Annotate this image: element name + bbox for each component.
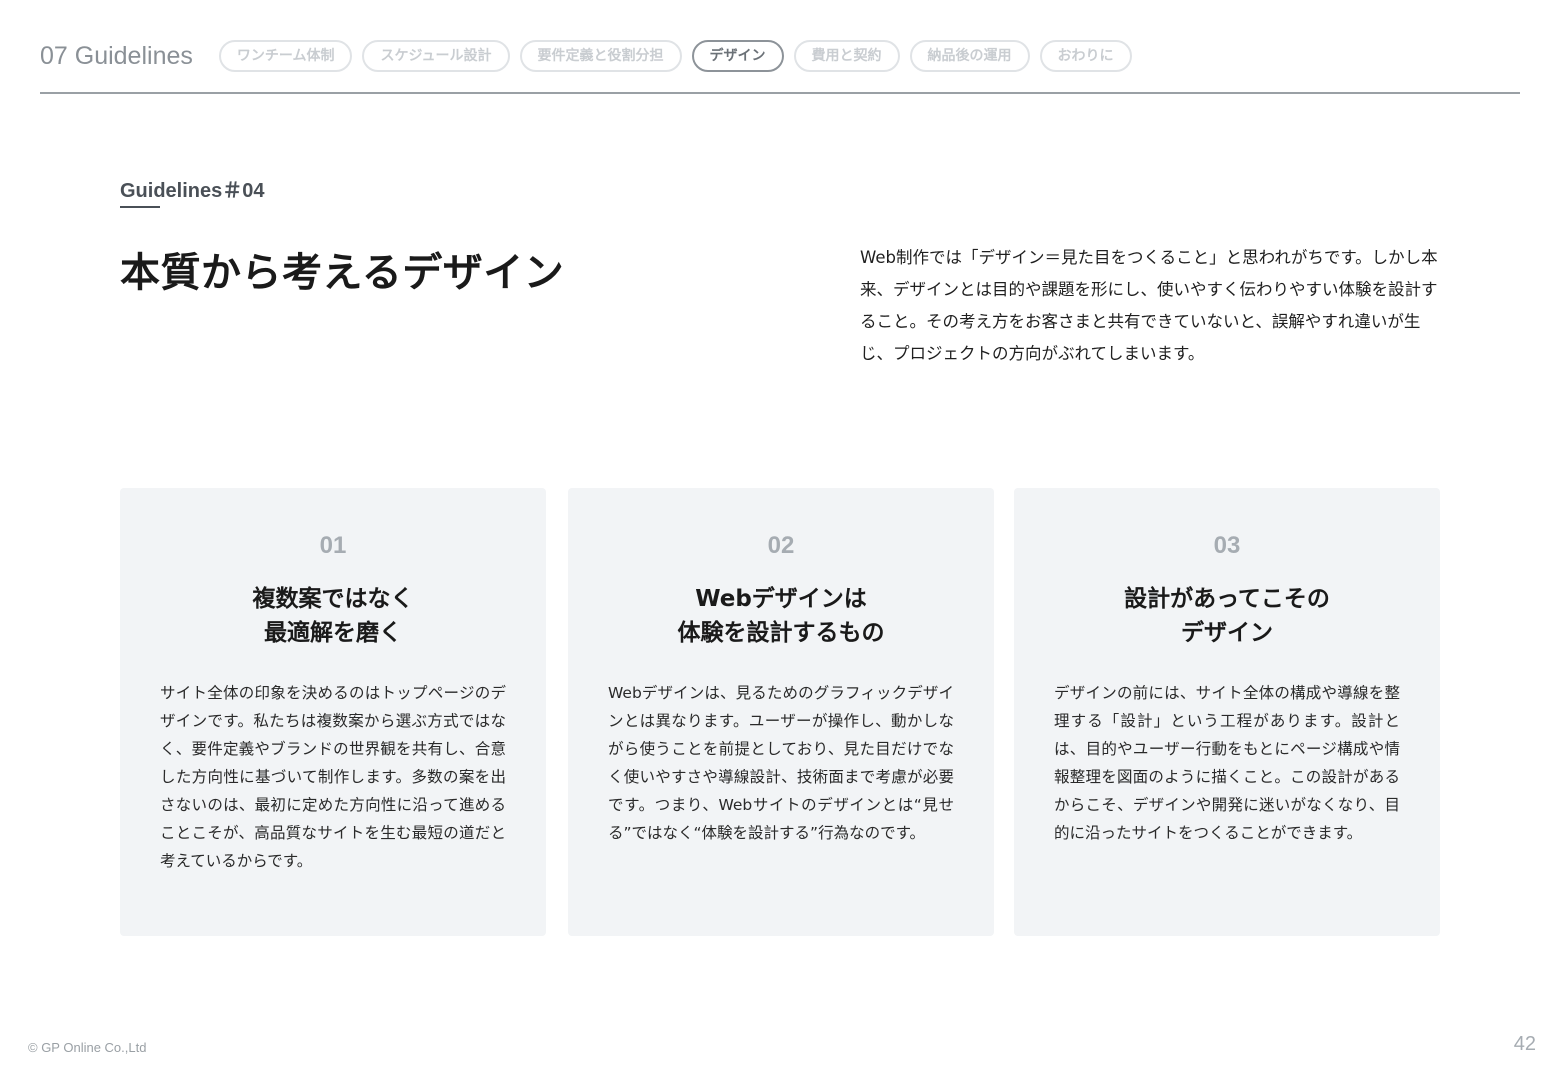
card-heading: 複数案ではなく 最適解を磨く bbox=[120, 582, 546, 650]
tab-design[interactable]: デザイン bbox=[691, 40, 784, 72]
card-heading: 設計があってこその デザイン bbox=[1014, 582, 1440, 650]
guideline-label: Guidelines＃04 bbox=[120, 180, 265, 202]
card-heading-line: 設計があってこその bbox=[1124, 586, 1330, 612]
page-title: 本質から考えるデザイン bbox=[120, 250, 565, 296]
header: 07 Guidelines ワンチーム体制 スケジュール設計 要件定義と役割分担… bbox=[40, 38, 1520, 74]
card-heading: Webデザインは 体験を設計するもの bbox=[568, 582, 994, 650]
card-3: 03 設計があってこその デザイン デザインの前には、サイト全体の構成や導線を整… bbox=[1014, 488, 1440, 936]
page-number: 42 bbox=[1513, 1033, 1536, 1055]
guideline-label-underline bbox=[120, 206, 160, 208]
card-heading-line: 最適解を磨く bbox=[264, 620, 402, 646]
section-title: 07 Guidelines bbox=[40, 41, 193, 70]
card-2: 02 Webデザインは 体験を設計するもの Webデザインは、見るためのグラフィ… bbox=[568, 488, 994, 936]
card-heading-line: デザイン bbox=[1181, 620, 1273, 646]
section-nav: ワンチーム体制 スケジュール設計 要件定義と役割分担 デザイン 費用と契約 納品… bbox=[218, 40, 1142, 72]
card-heading-line: 複数案ではなく bbox=[252, 586, 414, 612]
card-number: 03 bbox=[1213, 532, 1241, 559]
header-divider bbox=[40, 92, 1520, 94]
tab-one-team[interactable]: ワンチーム体制 bbox=[218, 40, 353, 72]
card-body: サイト全体の印象を決めるのはトップページのデザインです。私たちは複数案から選ぶ方… bbox=[160, 684, 506, 870]
card-body: Webデザインは、見るためのグラフィックデザインとは異なります。ユーザーが操作し… bbox=[608, 684, 954, 842]
intro-description: Web制作では「デザイン＝見た目をつくること」と思われがちです。しかし本来、デザ… bbox=[860, 248, 1438, 363]
card-number: 01 bbox=[319, 532, 347, 559]
copyright: © GP Online Co.,Ltd bbox=[28, 1040, 147, 1055]
tab-schedule[interactable]: スケジュール設計 bbox=[362, 40, 510, 72]
tab-operation[interactable]: 納品後の運用 bbox=[909, 40, 1030, 72]
tab-cost-contract[interactable]: 費用と契約 bbox=[793, 40, 900, 72]
tab-closing[interactable]: おわりに bbox=[1039, 40, 1132, 72]
card-heading-line: Webデザインは bbox=[695, 586, 867, 612]
card-body: デザインの前には、サイト全体の構成や導線を整理する「設計」という工程があります。… bbox=[1054, 684, 1400, 842]
card-number: 02 bbox=[767, 532, 795, 559]
tab-requirements[interactable]: 要件定義と役割分担 bbox=[519, 40, 682, 72]
card-list: 01 複数案ではなく 最適解を磨く サイト全体の印象を決めるのはトップページのデ… bbox=[120, 488, 1440, 936]
card-heading-line: 体験を設計するもの bbox=[677, 620, 885, 646]
card-1: 01 複数案ではなく 最適解を磨く サイト全体の印象を決めるのはトップページのデ… bbox=[120, 488, 546, 936]
